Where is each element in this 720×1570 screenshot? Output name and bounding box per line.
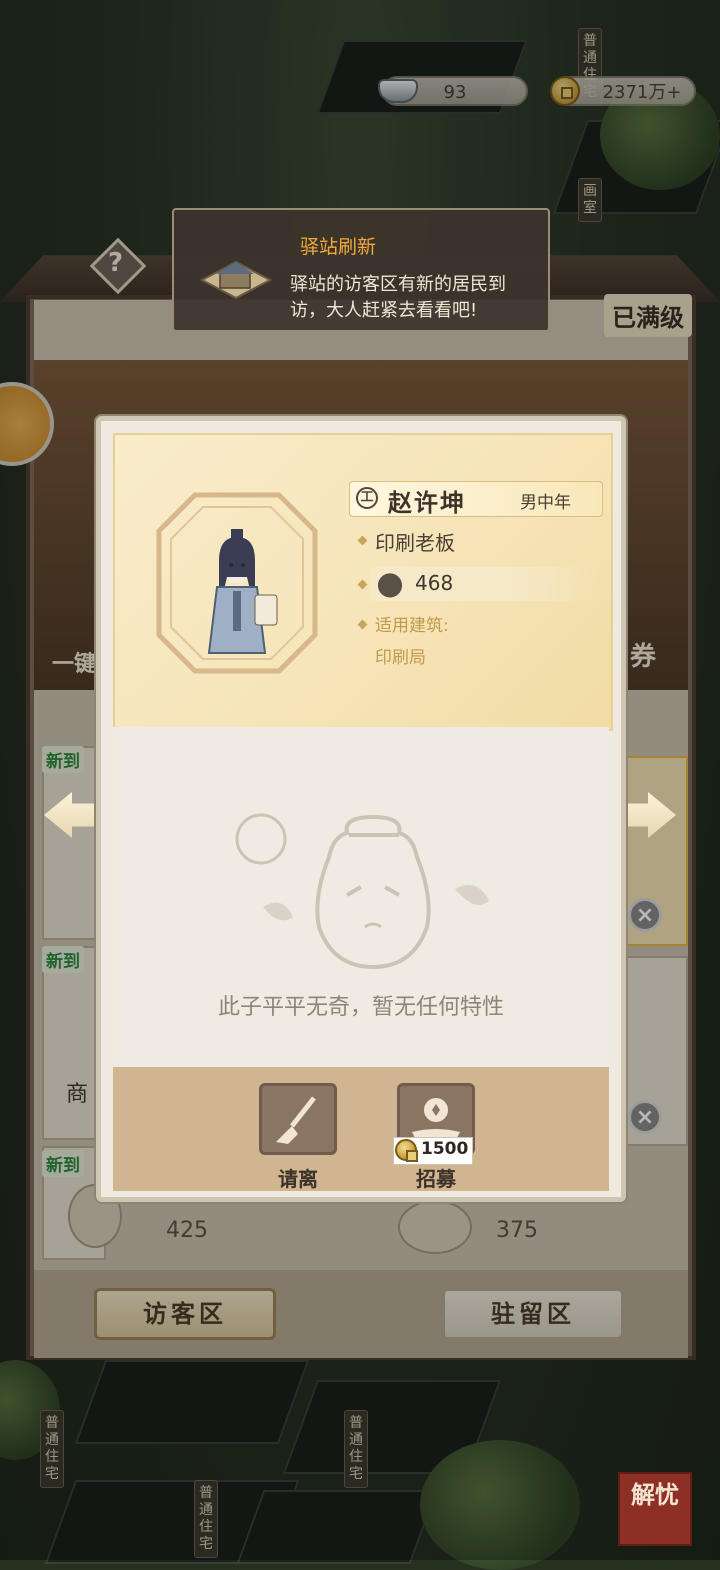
- visitor-stat-value: 468: [415, 571, 454, 595]
- trait-description: 此子平平无奇，暂无任何特性: [217, 995, 504, 1020]
- bullet-icon: [357, 619, 368, 630]
- visitor-name: 赵许坤: [388, 489, 466, 517]
- jieyou-button[interactable]: 解忧: [618, 1472, 692, 1546]
- post-station-icon: [199, 260, 273, 300]
- suitable-building-value: 印刷局: [375, 648, 426, 668]
- name-bar: 工 赵许坤 男中年: [349, 481, 603, 517]
- bullet-icon: [357, 579, 368, 590]
- dismiss-button[interactable]: [259, 1083, 337, 1155]
- broom-icon: [276, 1096, 316, 1144]
- jieyou-label: 解忧: [631, 1481, 679, 1509]
- visitor-portrait: [207, 529, 278, 654]
- notification-body: 驿站的访客区有新的居民到访，大人赶紧去看看吧!: [290, 274, 506, 321]
- portrait-frame: [156, 492, 318, 674]
- heart-leaf-icon: [375, 570, 405, 598]
- rank-badge-icon: 工: [356, 487, 378, 509]
- dismiss-label[interactable]: 请离: [253, 1163, 343, 1192]
- bullet-icon: [357, 535, 368, 546]
- coin-icon: [395, 1139, 418, 1162]
- visitor-profile-panel: 工 赵许坤 男中年 印刷老板 468 适用建筑: 印刷局: [113, 433, 613, 731]
- notification-toast[interactable]: 驿站刷新 驿站的访客区有新的居民到访，大人赶紧去看看吧!: [172, 208, 550, 332]
- recruit-label[interactable]: 招募: [391, 1163, 481, 1192]
- no-trait-sack-illustration: [235, 813, 489, 970]
- recruit-cost-value: 1500: [421, 1139, 469, 1159]
- suitable-building-label: 适用建筑:: [375, 616, 449, 636]
- visitor-job: 印刷老板: [375, 531, 455, 555]
- action-bar: 请离 招募: [113, 1067, 609, 1191]
- notification-title: 驿站刷新: [300, 236, 377, 258]
- trait-area: 此子平平无奇，暂无任何特性: [113, 727, 609, 1067]
- visitor-gender-age: 男中年: [520, 493, 571, 513]
- visitor-detail-dialog: 工 赵许坤 男中年 印刷老板 468 适用建筑: 印刷局 此子平平无奇，暂无任何…: [96, 416, 626, 1202]
